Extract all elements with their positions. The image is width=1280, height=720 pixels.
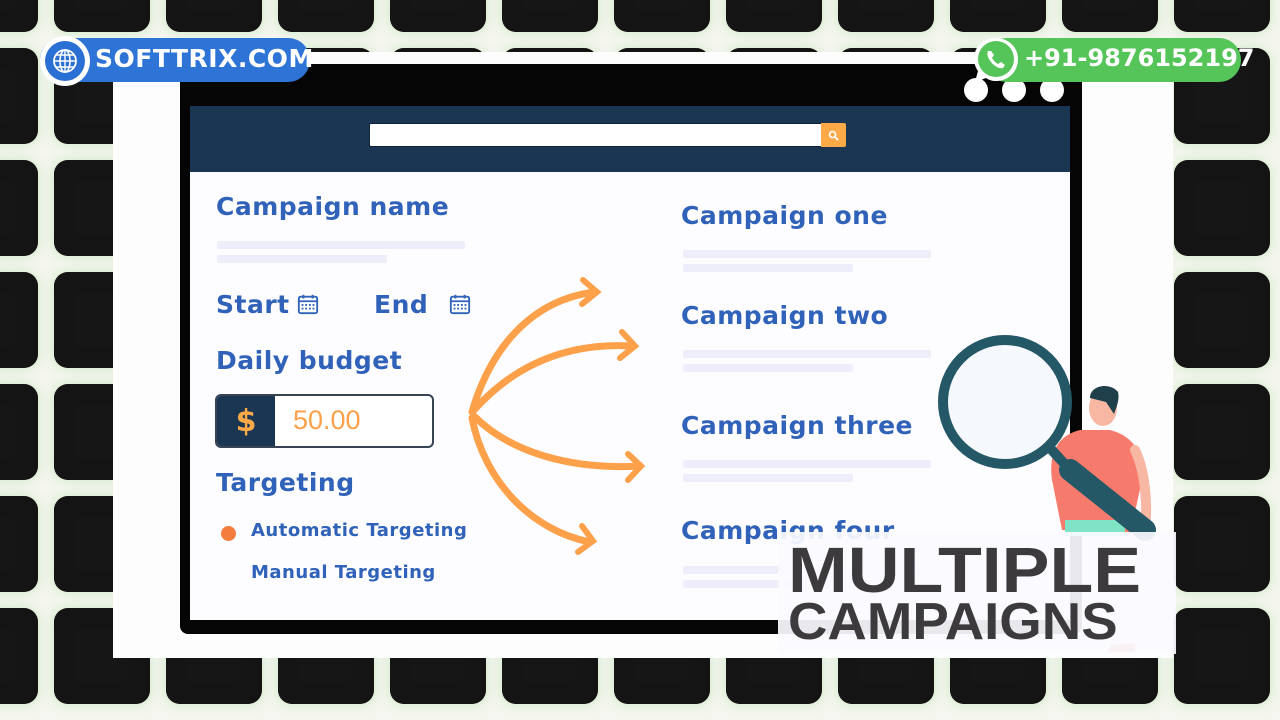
search-button[interactable]: [821, 123, 846, 147]
campaign-name: Campaign one: [681, 201, 888, 230]
grid-cell: [0, 160, 38, 256]
end-date-label: End: [374, 290, 429, 319]
grid-cell: [0, 608, 38, 704]
arrow-to-campaign-four: [468, 414, 594, 546]
placeholder-line: [217, 255, 387, 263]
campaign-name-field[interactable]: [217, 241, 465, 249]
daily-budget-value: 50.00: [293, 405, 361, 435]
search-input[interactable]: [369, 123, 846, 147]
currency-prefix: $: [217, 396, 275, 446]
grid-cell: [1174, 608, 1270, 704]
placeholder-line: [683, 474, 853, 482]
start-date-label: Start: [216, 290, 290, 319]
grid-cell: [0, 48, 38, 144]
placeholder-line: [683, 250, 931, 258]
campaign-name: Campaign three: [681, 411, 913, 440]
nav-bar: [190, 106, 1070, 172]
targeting-option-label: Automatic Targeting: [251, 520, 468, 541]
placeholder-line: [683, 350, 931, 358]
title-overlay: MULTIPLE CAMPAIGNS: [778, 532, 1176, 654]
grid-cell: [614, 0, 710, 32]
placeholder-line: [683, 460, 931, 468]
globe-icon: [53, 49, 77, 73]
grid-cell: [838, 0, 934, 32]
campaign-name-label: Campaign name: [216, 192, 450, 221]
daily-budget-label: Daily budget: [216, 346, 403, 375]
start-calendar-icon[interactable]: [296, 293, 320, 315]
grid-cell: [1174, 384, 1270, 480]
grid-cell: [1174, 496, 1270, 592]
title-line-2: CAMPAIGNS: [788, 593, 1118, 651]
targeting-option-label: Manual Targeting: [251, 562, 436, 583]
targeting-label: Targeting: [216, 468, 355, 497]
grid-cell: [1174, 272, 1270, 368]
campaign-name: Campaign two: [681, 301, 889, 330]
grid-cell: [54, 0, 150, 32]
grid-cell: [1174, 160, 1270, 256]
magnifier-lens-icon: [938, 335, 1072, 469]
whatsapp-icon: [974, 38, 1018, 82]
grid-cell: [0, 384, 38, 480]
website-badge-icon-wrap: [40, 36, 90, 86]
radio-unselected-icon[interactable]: [221, 568, 236, 583]
branching-arrows: [468, 277, 646, 555]
search-icon: [828, 130, 839, 141]
grid-cell: [1174, 0, 1270, 32]
placeholder-line: [683, 364, 853, 372]
placeholder-line: [683, 264, 853, 272]
grid-cell: [1062, 0, 1158, 32]
grid-cell: [726, 0, 822, 32]
grid-cell: [390, 0, 486, 32]
grid-cell: [0, 0, 38, 32]
arrow-to-campaign-three: [470, 412, 644, 471]
phone-number[interactable]: +91-9876152197: [1024, 44, 1254, 72]
radio-selected-icon[interactable]: [221, 526, 236, 541]
grid-cell: [0, 496, 38, 592]
website-text[interactable]: SOFTTRIX.COM: [95, 44, 314, 73]
grid-cell: [950, 0, 1046, 32]
grid-cell: [0, 272, 38, 368]
daily-budget-input[interactable]: $ 50.00: [215, 394, 434, 448]
grid-cell: [278, 0, 374, 32]
grid-cell: [502, 0, 598, 32]
grid-cell: [166, 0, 262, 32]
